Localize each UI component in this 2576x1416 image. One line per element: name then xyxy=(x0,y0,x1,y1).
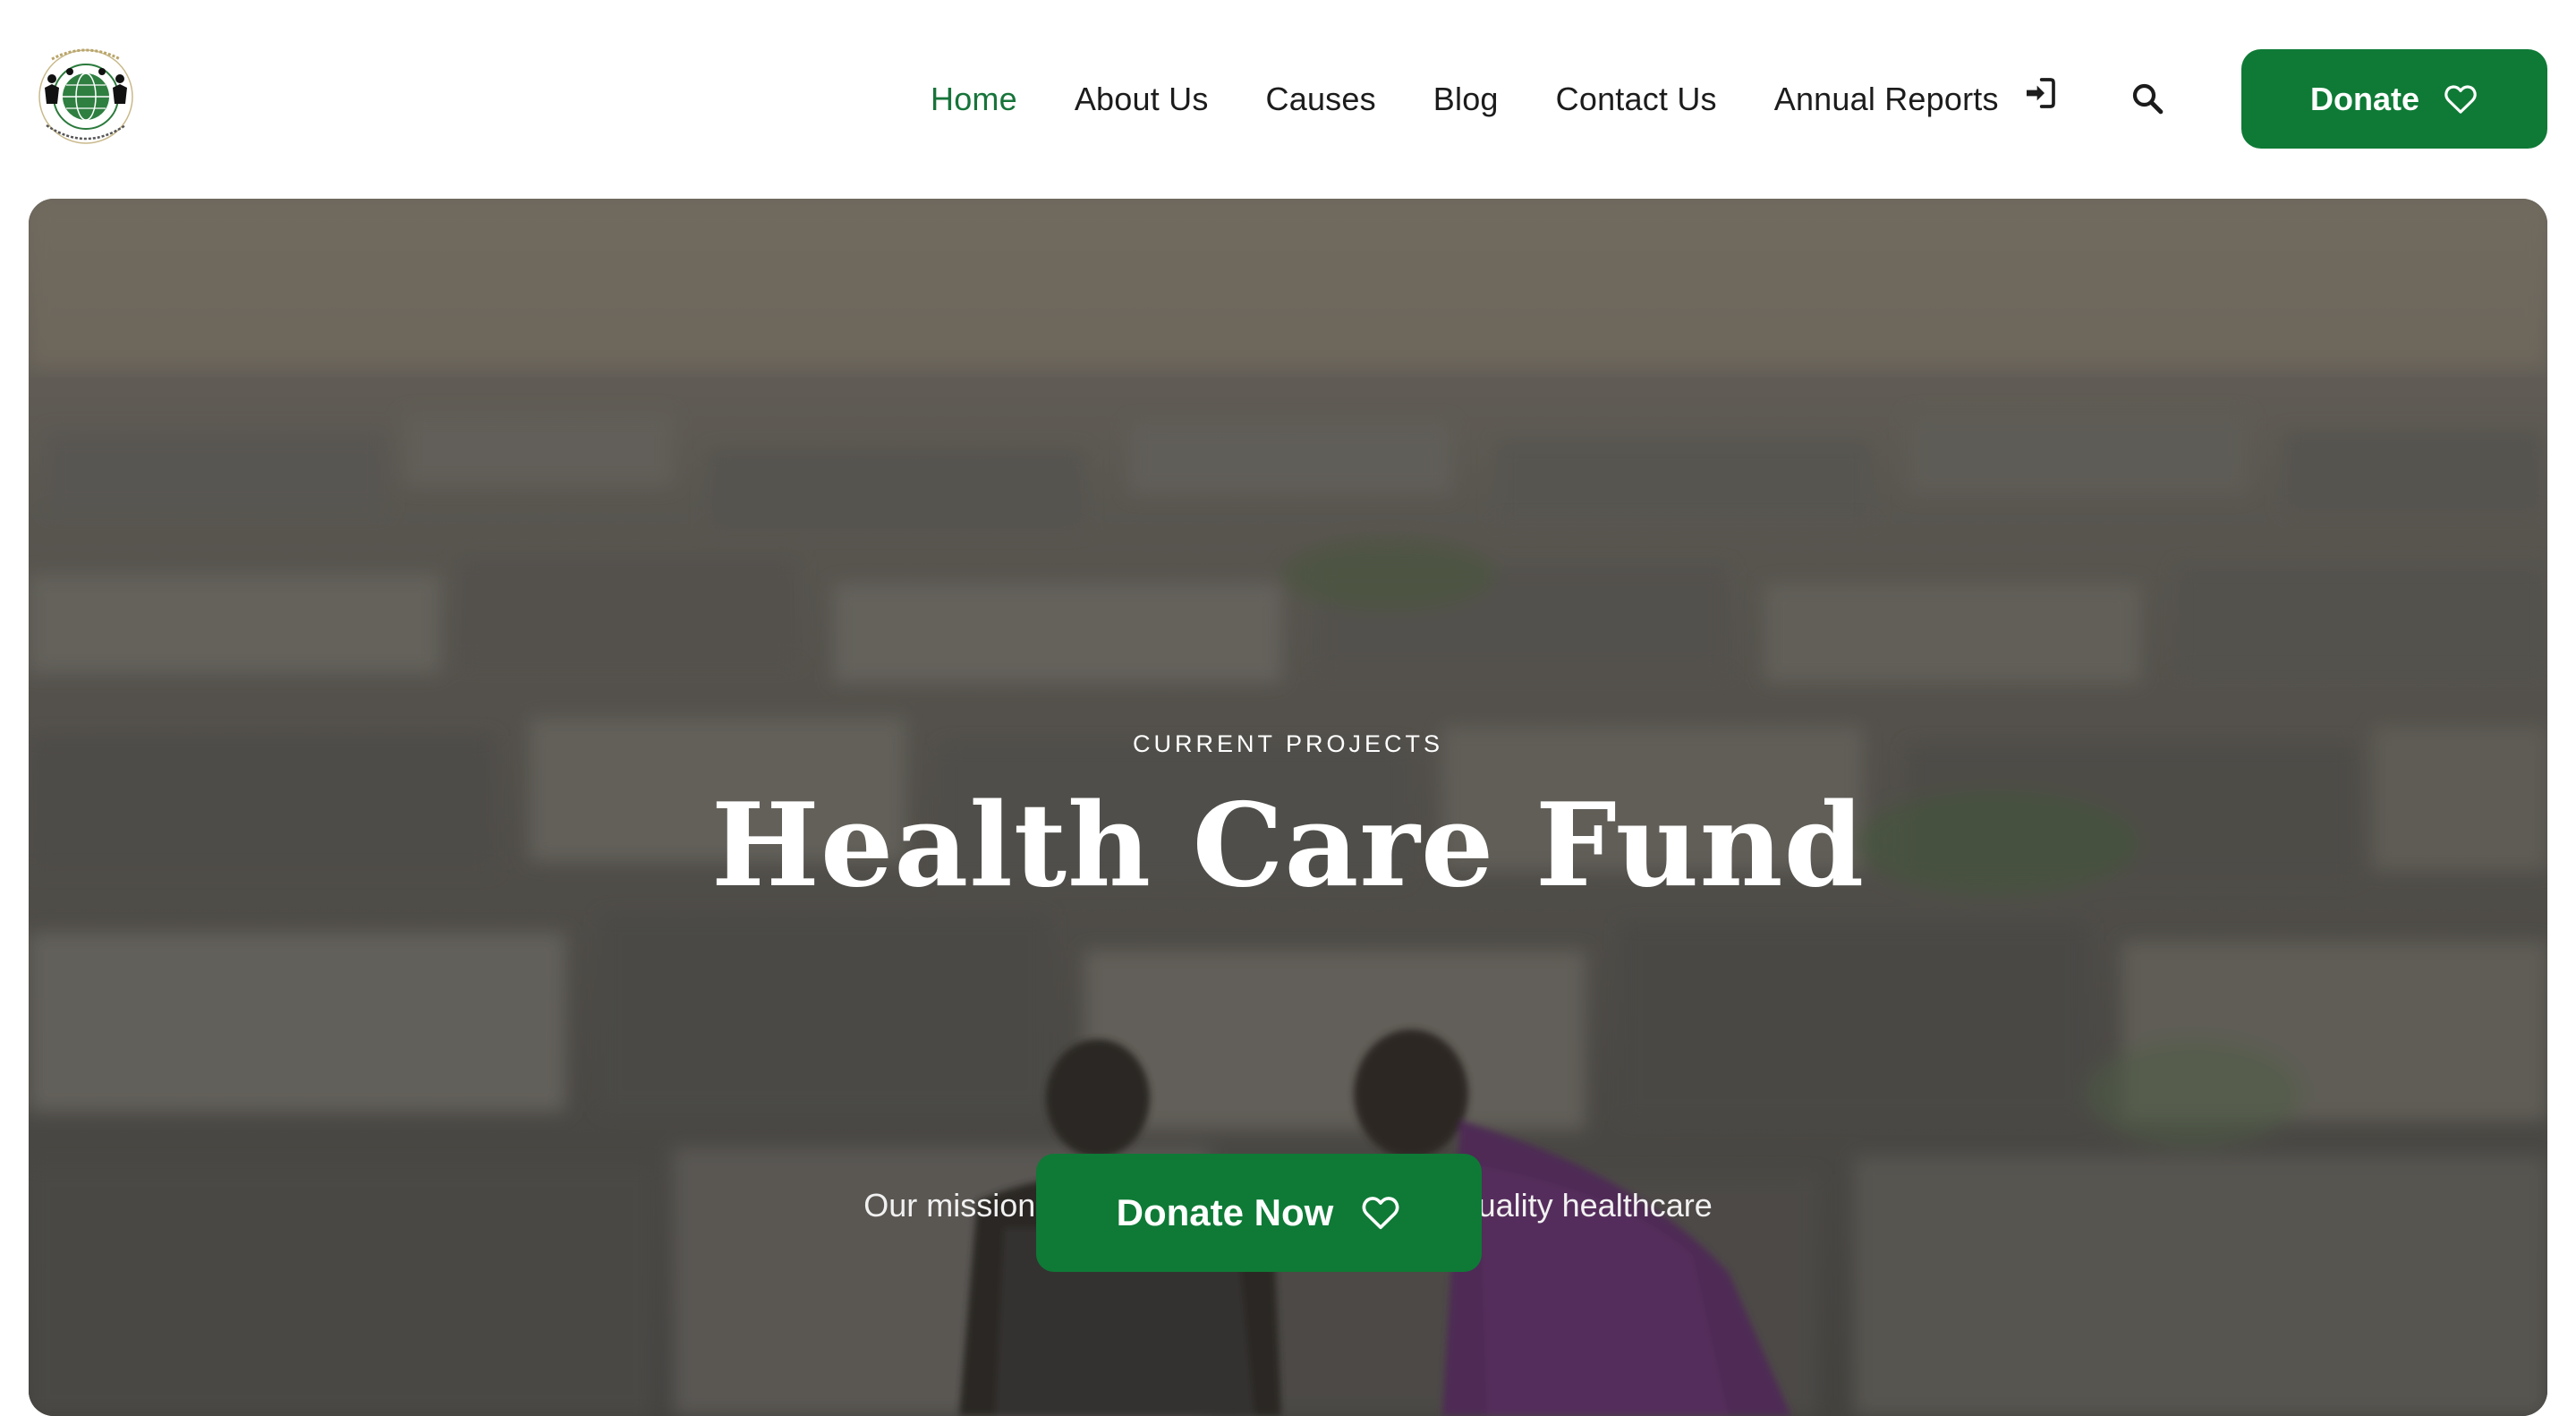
header-donate-label: Donate xyxy=(2309,80,2419,117)
donate-now-button[interactable]: Donate Now xyxy=(1036,1154,1482,1272)
search-button[interactable] xyxy=(2126,77,2169,120)
charity-globe-logo-icon xyxy=(38,48,133,144)
hero-title: Health Care Fund xyxy=(710,779,1866,913)
header-donate-button[interactable]: Donate xyxy=(2241,49,2547,149)
site-header: Home About Us Causes Blog Contact Us Ann… xyxy=(0,0,2576,199)
nav-item-causes[interactable]: Causes xyxy=(1266,81,1376,118)
nav-item-home[interactable]: Home xyxy=(931,81,1017,118)
hero-eyebrow: CURRENT PROJECTS xyxy=(1132,730,1444,757)
nav-item-annual-reports[interactable]: Annual Reports xyxy=(1774,81,1999,118)
heart-outline-icon xyxy=(2444,84,2477,114)
main-nav: Home About Us Causes Blog Contact Us Ann… xyxy=(931,76,1999,123)
login-arrow-icon xyxy=(2027,78,2055,108)
nav-item-contact-us[interactable]: Contact Us xyxy=(1556,81,1717,118)
search-icon xyxy=(2132,83,2164,115)
nav-item-blog[interactable]: Blog xyxy=(1433,81,1499,118)
heart-outline-icon xyxy=(1362,1197,1399,1230)
nav-item-about-us[interactable]: About Us xyxy=(1075,81,1209,118)
login-button[interactable] xyxy=(2019,72,2062,115)
donate-now-label: Donate Now xyxy=(1116,1191,1334,1233)
site-logo[interactable] xyxy=(34,43,138,152)
